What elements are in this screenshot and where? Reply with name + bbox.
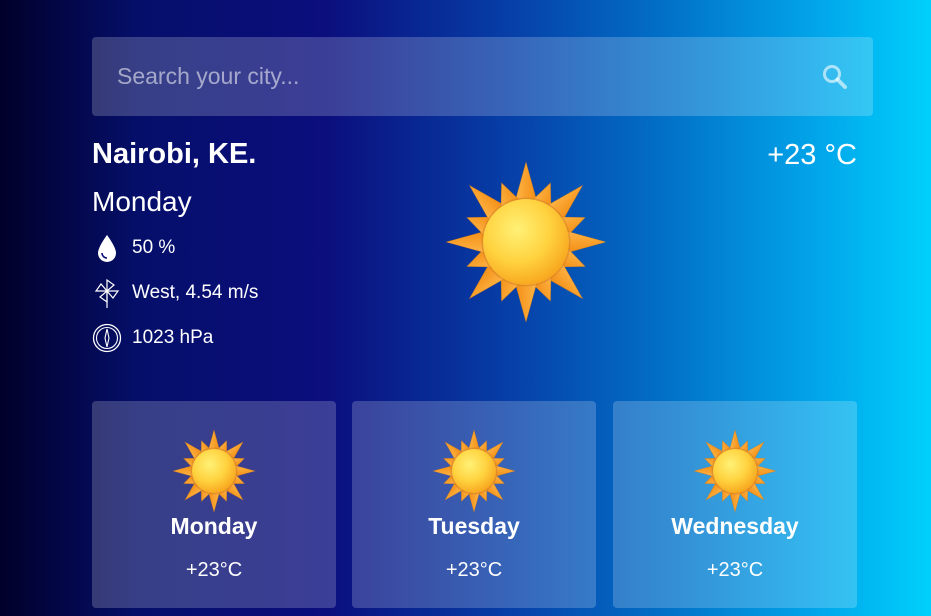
sun-icon <box>692 428 778 514</box>
forecast-sun-icon <box>171 428 257 514</box>
pressure-stat: 1023 hPa <box>92 323 213 353</box>
sun-icon <box>431 428 517 514</box>
forecast-card-monday[interactable]: Monday +23°C <box>92 401 336 608</box>
humidity-drop-icon <box>92 233 122 263</box>
forecast-sun-icon <box>431 428 517 514</box>
forecast-day: Wednesday <box>671 513 799 539</box>
search-icon <box>823 65 847 89</box>
current-day: Monday <box>92 186 192 217</box>
search-bar <box>92 37 873 116</box>
forecast-temp: +23°C <box>185 559 243 581</box>
search-input[interactable] <box>92 37 792 116</box>
city-name: Nairobi, KE. <box>92 138 257 170</box>
wind-value: West, 4.54 m/s <box>132 282 259 303</box>
sun-icon <box>444 160 608 324</box>
forecast-card-tuesday[interactable]: Tuesday +23°C <box>352 401 596 608</box>
humidity-value: 50 % <box>132 237 176 258</box>
humidity-stat: 50 % <box>92 233 175 263</box>
pressure-gauge-icon <box>92 323 122 353</box>
wind-pinwheel-icon <box>92 278 122 308</box>
forecast-day: Tuesday <box>428 513 520 539</box>
search-button[interactable] <box>821 63 849 91</box>
forecast-temp: +23°C <box>706 559 764 581</box>
forecast-card-wednesday[interactable]: Wednesday +23°C <box>613 401 857 608</box>
forecast-day: Monday <box>170 513 258 539</box>
current-weather-sun-icon <box>444 160 608 325</box>
wind-stat: West, 4.54 m/s <box>92 278 258 308</box>
sun-icon <box>171 428 257 514</box>
pressure-value: 1023 hPa <box>132 327 214 348</box>
forecast-temp: +23°C <box>445 559 503 581</box>
forecast-sun-icon <box>692 428 778 514</box>
current-temperature: +23 °C <box>767 139 857 171</box>
